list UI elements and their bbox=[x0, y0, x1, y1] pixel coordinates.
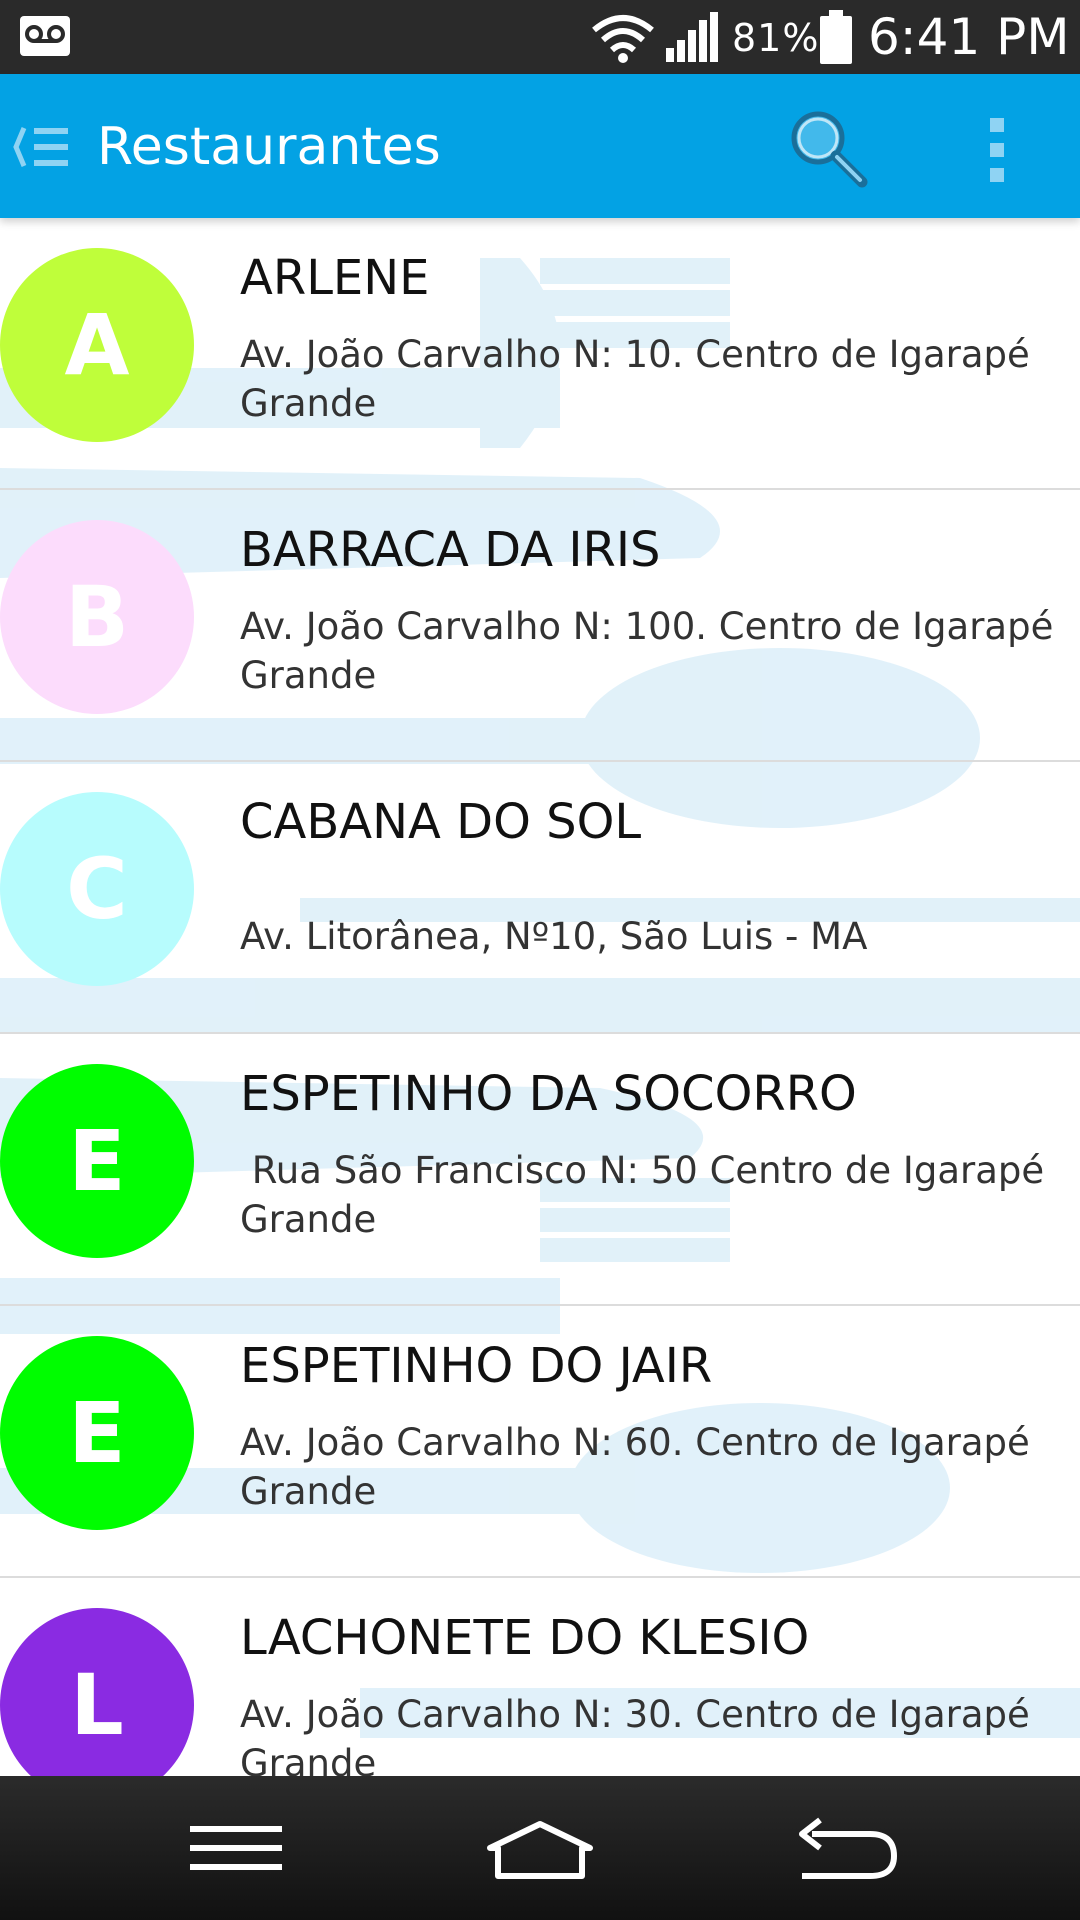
app-bar: Restaurantes bbox=[0, 74, 1080, 218]
avatar-letter: A bbox=[64, 296, 130, 394]
avatar-letter: E bbox=[68, 1112, 126, 1210]
restaurant-name: ARLENE bbox=[240, 250, 430, 306]
list-item[interactable]: B BARRACA DA IRIS Av. João Carvalho N: 1… bbox=[0, 490, 1080, 762]
restaurant-address: Av. João Carvalho N: 60. Centro de Igara… bbox=[240, 1421, 1030, 1513]
battery-percentage: 81% bbox=[732, 16, 820, 60]
list-item[interactable]: E ESPETINHO DO JAIR Av. João Carvalho N:… bbox=[0, 1306, 1080, 1578]
menu-icon[interactable] bbox=[188, 1822, 284, 1874]
overflow-menu-icon[interactable] bbox=[976, 116, 1018, 184]
avatar-letter: E bbox=[68, 1384, 126, 1482]
avatar: A bbox=[0, 248, 194, 442]
back-icon[interactable] bbox=[790, 1816, 900, 1882]
restaurant-address: Av. João Carvalho N: 10. Centro de Igara… bbox=[240, 333, 1030, 425]
clock: 6:41 PM bbox=[868, 8, 1070, 66]
page-title: Restaurantes bbox=[97, 117, 441, 177]
home-icon[interactable] bbox=[484, 1818, 596, 1882]
avatar-letter: C bbox=[66, 840, 128, 938]
restaurant-name: ESPETINHO DA SOCORRO bbox=[240, 1066, 857, 1122]
avatar: L bbox=[0, 1608, 194, 1776]
list-item[interactable]: C CABANA DO SOL Av. Litorânea, Nº10, São… bbox=[0, 762, 1080, 1034]
restaurant-address: Rua São Francisco N: 50 Centro de Igarap… bbox=[240, 1149, 1056, 1241]
avatar-letter: L bbox=[70, 1656, 124, 1754]
avatar: B bbox=[0, 520, 194, 714]
restaurant-address: Av. João Carvalho N: 100. Centro de Igar… bbox=[240, 605, 1054, 697]
restaurant-name: ESPETINHO DO JAIR bbox=[240, 1338, 713, 1394]
avatar-letter: B bbox=[64, 568, 130, 666]
avatar: E bbox=[0, 1336, 194, 1530]
list-item[interactable]: L LACHONETE DO KLESIO Av. João Carvalho … bbox=[0, 1578, 1080, 1776]
voicemail-icon bbox=[20, 16, 70, 56]
navigation-bar bbox=[0, 1776, 1080, 1920]
screen: 81% 6:41 PM Restaurantes A ARLENE Av. Jo… bbox=[0, 0, 1080, 1920]
avatar: C bbox=[0, 792, 194, 986]
drawer-icon[interactable] bbox=[12, 122, 70, 172]
restaurant-list[interactable]: A ARLENE Av. João Carvalho N: 10. Centro… bbox=[0, 218, 1080, 1776]
battery-icon bbox=[820, 10, 852, 64]
list-item[interactable]: E ESPETINHO DA SOCORRO Rua São Francisco… bbox=[0, 1034, 1080, 1306]
search-icon[interactable] bbox=[784, 104, 870, 190]
restaurant-address: Av. Litorânea, Nº10, São Luis - MA bbox=[240, 915, 868, 958]
restaurant-address: Av. João Carvalho N: 30. Centro de Igara… bbox=[240, 1693, 1030, 1776]
restaurant-name: BARRACA DA IRIS bbox=[240, 522, 661, 578]
wifi-icon bbox=[592, 15, 654, 63]
status-bar: 81% 6:41 PM bbox=[0, 0, 1080, 74]
avatar: E bbox=[0, 1064, 194, 1258]
list-item[interactable]: A ARLENE Av. João Carvalho N: 10. Centro… bbox=[0, 218, 1080, 490]
restaurant-name: LACHONETE DO KLESIO bbox=[240, 1610, 810, 1666]
signal-icon bbox=[666, 12, 718, 62]
list: A ARLENE Av. João Carvalho N: 10. Centro… bbox=[0, 218, 1080, 1776]
restaurant-name: CABANA DO SOL bbox=[240, 794, 642, 850]
